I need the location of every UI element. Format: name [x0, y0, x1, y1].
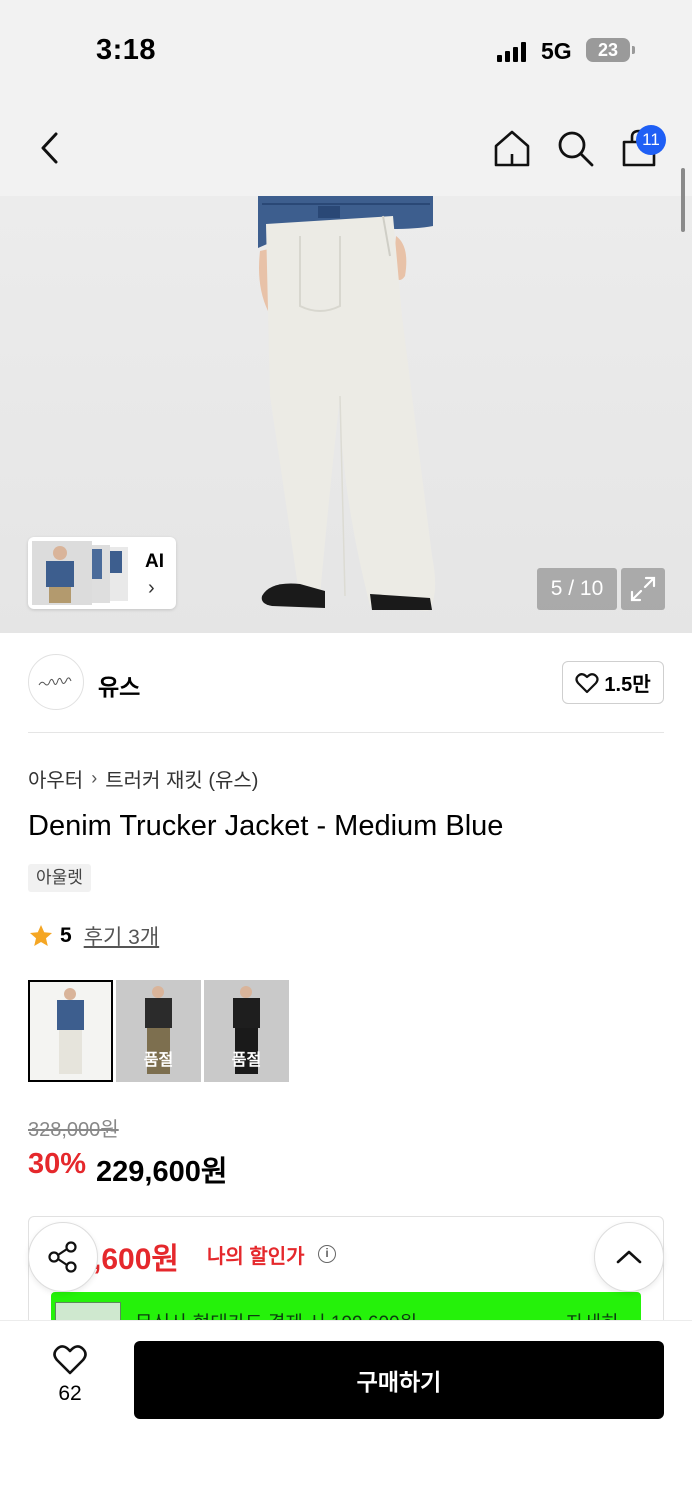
original-price: 328,000원 — [28, 1119, 119, 1141]
breadcrumb-subcategory[interactable]: 트러커 재킷 (유스) — [105, 764, 258, 793]
share-button[interactable] — [28, 1222, 98, 1292]
cart-count-badge: 11 — [636, 125, 666, 155]
battery-icon: 23 — [586, 38, 630, 62]
chevron-up-icon — [616, 1250, 642, 1264]
network-label: 5G — [541, 38, 572, 64]
breadcrumb-category[interactable]: 아우터 — [28, 764, 83, 793]
chevron-right-icon: › — [148, 577, 155, 599]
status-bar: 3:18 5G 23 — [0, 0, 692, 100]
chevron-left-icon — [41, 132, 58, 164]
color-option-2[interactable]: 품절 — [116, 980, 201, 1082]
divider — [28, 732, 664, 733]
discount-percent: 30% — [28, 1148, 87, 1180]
brand-like-count: 1.5만 — [604, 674, 651, 696]
rating-row: 5 후기 3개 — [28, 921, 159, 951]
battery-tip — [632, 46, 635, 54]
top-nav — [0, 100, 692, 196]
buy-button[interactable]: 구매하기 — [134, 1341, 664, 1419]
scroll-indicator — [681, 168, 685, 232]
search-button[interactable] — [549, 122, 601, 174]
price-row: 30% 229,600원 — [28, 1148, 228, 1190]
product-title: Denim Trucker Jacket - Medium Blue — [28, 810, 504, 842]
wishlist-button[interactable]: 62 — [40, 1344, 100, 1406]
soldout-label: 품절 — [231, 1052, 262, 1069]
brand-logo[interactable] — [28, 654, 84, 710]
status-time: 3:18 — [96, 34, 157, 66]
image-counter: 5 / 10 — [537, 568, 617, 610]
brand-like-button[interactable]: 1.5만 — [562, 661, 664, 704]
reviews-link[interactable]: 후기 3개 — [84, 921, 159, 951]
star-icon — [30, 925, 52, 946]
scroll-top-button[interactable] — [594, 1222, 664, 1292]
ai-lookbook-card[interactable]: AI › — [28, 537, 176, 609]
breadcrumb: 아우터 › 트러커 재킷 (유스) — [28, 764, 258, 793]
home-button[interactable] — [486, 122, 538, 174]
info-icon[interactable]: i — [318, 1245, 336, 1263]
ai-thumbnails — [32, 541, 128, 605]
color-option-3[interactable]: 품절 — [204, 980, 289, 1082]
my-discount-price: ,600원 — [93, 1243, 179, 1276]
outlet-tag: 아울렛 — [28, 864, 91, 892]
heart-icon — [575, 672, 599, 693]
search-icon — [558, 131, 594, 167]
heart-icon — [53, 1345, 87, 1375]
signal-icon — [497, 42, 526, 62]
my-discount-label: 나의 할인가 — [207, 1246, 305, 1268]
home-icon — [494, 130, 530, 167]
color-option-medium-blue[interactable] — [28, 980, 113, 1082]
option-thumbnail — [57, 988, 84, 1074]
fullscreen-button[interactable] — [621, 568, 665, 610]
share-icon — [48, 1241, 77, 1273]
ai-label: AI — [145, 551, 164, 572]
soldout-label: 품절 — [143, 1052, 174, 1069]
chevron-right-icon: › — [91, 768, 98, 788]
sale-price: 229,600원 — [96, 1156, 228, 1188]
rating-score: 5 — [60, 924, 72, 947]
wishlist-count: 62 — [58, 1382, 82, 1405]
back-button[interactable] — [24, 122, 76, 174]
brand-signature-logo — [38, 677, 72, 686]
brand-name[interactable]: 유스 — [98, 668, 140, 702]
expand-icon — [630, 576, 656, 602]
